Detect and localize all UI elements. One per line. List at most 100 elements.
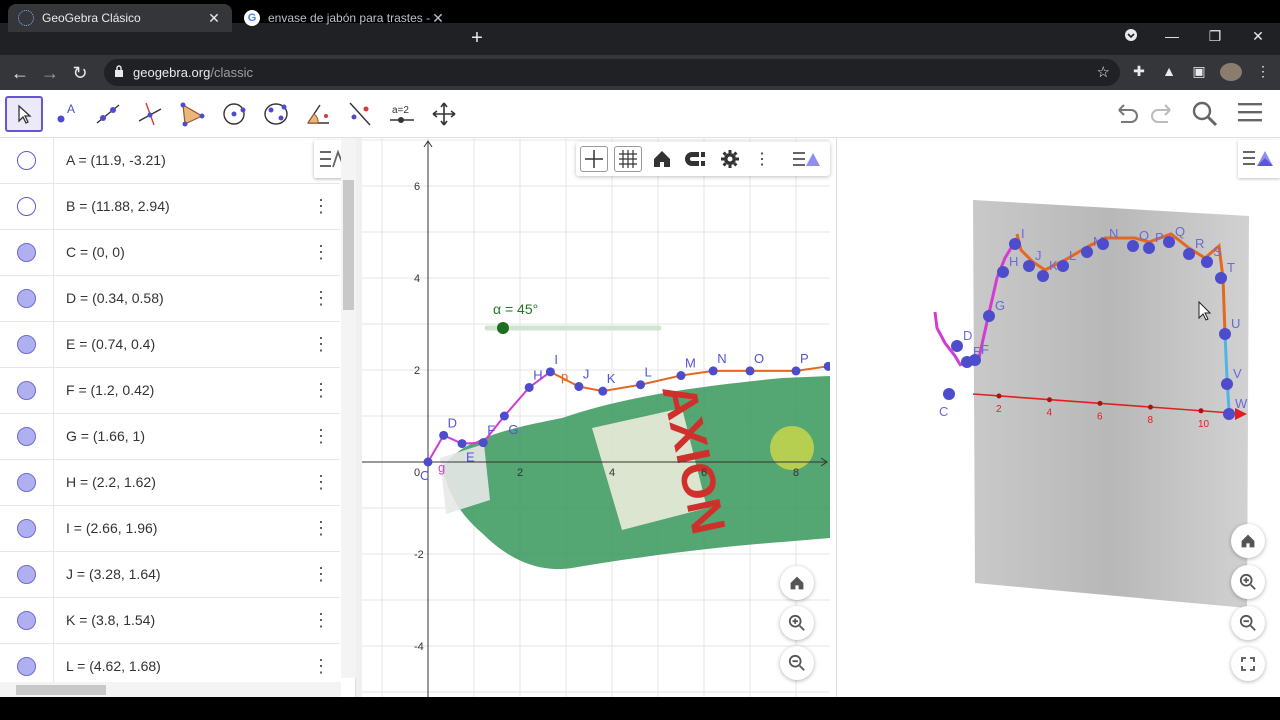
point-C[interactable]	[423, 457, 433, 467]
3d-point-G[interactable]	[983, 310, 995, 322]
visibility-toggle[interactable]	[17, 657, 36, 676]
graphics-settings-button[interactable]	[716, 146, 744, 172]
3d-point-M[interactable]	[1081, 246, 1093, 258]
3d-point-U[interactable]	[1219, 328, 1231, 340]
more-options-icon[interactable]: ⋮	[312, 656, 330, 678]
extension-icon[interactable]: ▲	[1160, 63, 1178, 81]
3d-point-R[interactable]	[1183, 248, 1195, 260]
graphics-3d-canvas[interactable]: 246810 CDEFGHIJKLMNOPQRSTUVW	[837, 138, 1280, 697]
3d-point-J[interactable]	[1023, 260, 1035, 272]
address-bar[interactable]: geogebra.org/classic ☆	[104, 59, 1120, 86]
3d-zoom-in-button[interactable]	[1231, 565, 1265, 599]
3d-point-N[interactable]	[1097, 238, 1109, 250]
graphics-view[interactable]: AXION 6 4 2 -2 -4 0 2 4 6 8 α = 45° CDEFGHIJKLMNO…	[362, 138, 830, 697]
visibility-toggle[interactable]	[17, 565, 36, 584]
more-options-icon[interactable]: ⋮	[312, 426, 330, 448]
axes-toggle-button[interactable]	[580, 146, 608, 172]
move-tool-button[interactable]	[5, 96, 43, 132]
extensions-icon[interactable]: ✚	[1130, 63, 1148, 81]
algebra-expression[interactable]: J = (3.28, 1.64)	[66, 566, 161, 582]
algebra-expression[interactable]: G = (1.66, 1)	[66, 428, 145, 444]
visibility-toggle[interactable]	[17, 289, 36, 308]
slider-tool-button[interactable]: a=2	[383, 96, 421, 132]
circle-tool-button[interactable]	[215, 96, 253, 132]
3d-point-I[interactable]	[1009, 238, 1021, 250]
algebra-expression[interactable]: I = (2.66, 1.96)	[66, 520, 157, 536]
algebra-expression[interactable]: D = (0.34, 0.58)	[66, 290, 164, 306]
3d-point-S[interactable]	[1201, 256, 1213, 268]
tab-google-search[interactable]: G envase de jabón para trastes - B ✕	[234, 4, 456, 32]
3d-home-zoom-button[interactable]	[1231, 524, 1265, 558]
algebra-expression[interactable]: A = (11.9, -3.21)	[66, 152, 166, 168]
3d-point-K[interactable]	[1037, 270, 1049, 282]
point-I[interactable]	[545, 367, 555, 377]
alpha-slider-handle[interactable]	[497, 322, 509, 334]
algebra-expression[interactable]: F = (1.2, 0.42)	[66, 382, 154, 398]
minimize-icon[interactable]: —	[1160, 28, 1184, 44]
3d-point-D[interactable]	[951, 340, 963, 352]
algebra-row[interactable]: H = (2.2, 1.62) ⋮	[0, 460, 340, 506]
more-options-icon[interactable]: ⋮	[312, 380, 330, 402]
visibility-toggle[interactable]	[17, 243, 36, 262]
point-G[interactable]	[499, 411, 509, 421]
home-zoom-button[interactable]	[780, 566, 814, 600]
point-H[interactable]	[524, 382, 534, 392]
algebra-expression[interactable]: L = (4.62, 1.68)	[66, 658, 161, 674]
point-M[interactable]	[676, 371, 686, 381]
restore-icon[interactable]: ❐	[1203, 28, 1227, 45]
algebra-scrollbar-thumb[interactable]	[343, 180, 354, 310]
point-F[interactable]	[478, 438, 488, 448]
more-options-icon[interactable]: ⋮	[312, 334, 330, 356]
reload-icon[interactable]: ↻	[69, 62, 91, 84]
3d-point-O[interactable]	[1127, 240, 1139, 252]
point-E[interactable]	[457, 439, 467, 449]
browser-menu-icon[interactable]: ⋮	[1254, 63, 1272, 81]
style-bar-toggle-button[interactable]	[790, 146, 824, 172]
algebra-row[interactable]: C = (0, 0) ⋮	[0, 230, 340, 276]
more-options-icon[interactable]: ⋮	[312, 518, 330, 540]
more-options-icon[interactable]: ⋮	[312, 564, 330, 586]
visibility-toggle[interactable]	[17, 473, 36, 492]
3d-point-Q[interactable]	[1163, 236, 1175, 248]
bookmark-star-icon[interactable]: ☆	[1097, 63, 1110, 81]
polygon-tool-button[interactable]	[173, 96, 211, 132]
tab-geogebra[interactable]: GeoGebra Clásico ✕	[8, 4, 232, 32]
line-tool-button[interactable]	[89, 96, 127, 132]
reflect-tool-button[interactable]	[341, 96, 379, 132]
point-O[interactable]	[745, 366, 755, 376]
close-window-icon[interactable]: ✕	[1246, 28, 1270, 45]
more-options-icon[interactable]: ⋮	[312, 472, 330, 494]
more-options-icon[interactable]: ⋮	[312, 610, 330, 632]
algebra-row[interactable]: I = (2.66, 1.96) ⋮	[0, 506, 340, 552]
point-tool-button[interactable]: A	[47, 96, 85, 132]
point-Q[interactable]	[823, 361, 830, 371]
back-icon[interactable]: ←	[9, 62, 31, 84]
search-icon[interactable]	[1190, 100, 1220, 128]
point-K[interactable]	[598, 386, 608, 396]
visibility-toggle[interactable]	[17, 611, 36, 630]
more-options-icon[interactable]: ⋮	[312, 196, 330, 218]
algebra-row[interactable]: K = (3.8, 1.54) ⋮	[0, 598, 340, 644]
algebra-row[interactable]: F = (1.2, 0.42) ⋮	[0, 368, 340, 414]
algebra-row[interactable]: E = (0.74, 0.4) ⋮	[0, 322, 340, 368]
algebra-row[interactable]: J = (3.28, 1.64) ⋮	[0, 552, 340, 598]
more-options-icon[interactable]: ⋮	[312, 288, 330, 310]
visibility-toggle[interactable]	[17, 427, 36, 446]
tab-search-icon[interactable]	[1119, 28, 1143, 45]
algebra-expression[interactable]: H = (2.2, 1.62)	[66, 474, 156, 490]
3d-point-H[interactable]	[997, 266, 1009, 278]
undo-icon[interactable]	[1112, 100, 1142, 128]
fullscreen-button[interactable]	[1231, 647, 1265, 681]
graphics-3d-view[interactable]: 246810 CDEFGHIJKLMNOPQRSTUVW	[836, 138, 1280, 697]
point-capturing-button[interactable]	[682, 146, 710, 172]
visibility-toggle[interactable]	[17, 335, 36, 354]
algebra-expression[interactable]: C = (0, 0)	[66, 244, 125, 260]
algebra-row[interactable]: B = (11.88, 2.94) ⋮	[0, 184, 340, 230]
more-options-icon[interactable]: ⋮	[748, 146, 776, 172]
visibility-toggle[interactable]	[17, 519, 36, 538]
algebra-expression[interactable]: B = (11.88, 2.94)	[66, 198, 170, 214]
point-D[interactable]	[439, 430, 449, 440]
zoom-in-button[interactable]	[780, 606, 814, 640]
point-L[interactable]	[636, 380, 646, 390]
3d-style-bar-toggle-button[interactable]	[1238, 140, 1280, 178]
